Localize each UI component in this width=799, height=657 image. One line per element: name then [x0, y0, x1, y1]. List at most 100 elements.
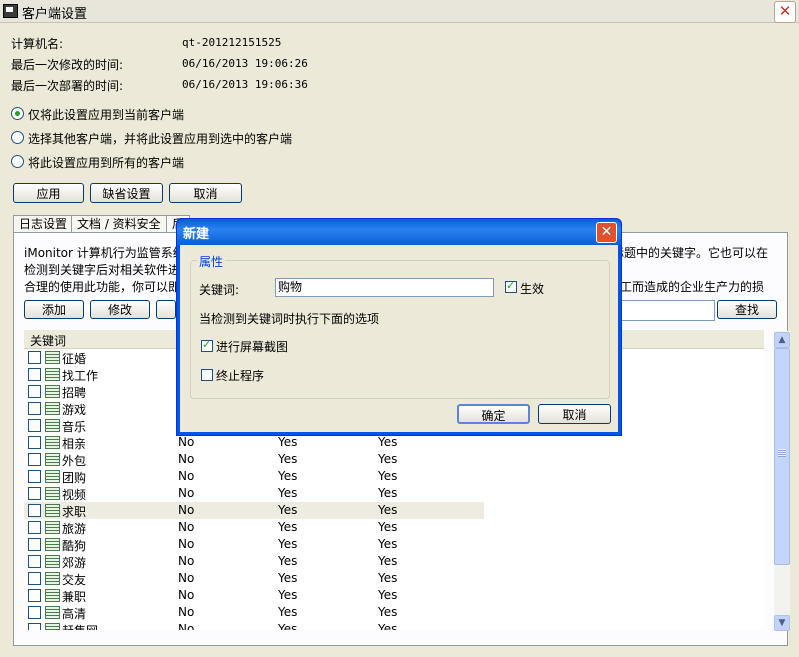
title-bar: 客户端设置 ✕	[0, 0, 799, 23]
row-checkbox[interactable]	[28, 453, 41, 466]
table-row[interactable]: 酷狗 No Yes Yes	[24, 536, 484, 553]
column1-cell: No	[178, 435, 195, 449]
table-row[interactable]: 交友 No Yes Yes	[24, 570, 484, 587]
add-keyword-button[interactable]: 添加	[24, 300, 84, 319]
terminate-checkbox[interactable]	[201, 369, 213, 381]
properties-group: 属性 关键词: 购物 生效 当检测到关键词时执行下面的选项 进行屏幕截图 终止程…	[190, 253, 610, 399]
enabled-label: 生效	[520, 282, 545, 296]
column2-cell: Yes	[278, 588, 298, 602]
table-row[interactable]: 兼职 No Yes Yes	[24, 587, 484, 604]
dialog-close-button[interactable]: ✕	[596, 222, 617, 243]
keyword-search-input[interactable]	[618, 300, 715, 321]
table-row[interactable]: 郊游 No Yes Yes	[24, 553, 484, 570]
column3-cell: Yes	[378, 605, 398, 619]
column3-cell: Yes	[378, 503, 398, 517]
keyword-cell: 外包	[62, 454, 87, 468]
column3-cell: Yes	[378, 452, 398, 466]
table-row[interactable]: 外包 No Yes Yes	[24, 451, 484, 468]
row-checkbox[interactable]	[28, 623, 41, 630]
keyword-cell: 交友	[62, 573, 87, 587]
row-checkbox[interactable]	[28, 606, 41, 619]
last-deployed-value: 06/16/2013 19:06:36	[182, 78, 308, 91]
column3-cell: Yes	[378, 486, 398, 500]
row-checkbox[interactable]	[28, 436, 41, 449]
apply-button[interactable]: 应用	[13, 183, 84, 203]
scroll-thumb[interactable]	[774, 348, 790, 565]
default-settings-button[interactable]: 缺省设置	[90, 183, 163, 203]
radio-indicator[interactable]	[11, 107, 24, 120]
row-checkbox[interactable]	[28, 487, 41, 500]
last-deployed-label: 最后一次部署的时间:	[11, 79, 124, 93]
row-checkbox[interactable]	[28, 538, 41, 551]
scroll-up-icon[interactable]: ▲	[774, 332, 790, 348]
table-icon	[45, 402, 60, 415]
last-modified-label: 最后一次修改的时间:	[11, 58, 124, 72]
table-icon	[45, 453, 60, 466]
table-row[interactable]: 视频 No Yes Yes	[24, 485, 484, 502]
table-icon	[45, 555, 60, 568]
table-row[interactable]: 旅游 No Yes Yes	[24, 519, 484, 536]
column2-cell: Yes	[278, 622, 298, 630]
row-checkbox[interactable]	[28, 385, 41, 398]
row-checkbox[interactable]	[28, 521, 41, 534]
table-icon	[45, 385, 60, 398]
table-icon	[45, 504, 60, 517]
table-row[interactable]: 团购 No Yes Yes	[24, 468, 484, 485]
window-title: 客户端设置	[22, 7, 88, 22]
keyword-cell: 征婚	[62, 352, 87, 366]
dialog-title: 新建	[183, 227, 210, 242]
column2-cell: Yes	[278, 486, 298, 500]
column3-cell: Yes	[378, 435, 398, 449]
table-row[interactable]: 高清 No Yes Yes	[24, 604, 484, 621]
ok-button[interactable]: 确定	[457, 404, 530, 424]
last-modified-value: 06/16/2013 19:06:26	[182, 57, 308, 70]
table-icon	[45, 538, 60, 551]
table-row[interactable]: 相亲 No Yes Yes	[24, 434, 484, 451]
client-settings-window: 客户端设置 ✕ 计算机名: qt-201212151525 最后一次修改的时间:…	[0, 0, 799, 657]
enabled-checkbox[interactable]	[505, 279, 517, 293]
delete-keyword-button[interactable]	[156, 300, 176, 319]
row-checkbox[interactable]	[28, 368, 41, 381]
row-checkbox[interactable]	[28, 351, 41, 364]
keyword-cell: 找工作	[62, 369, 99, 383]
keyword-label: 关键词:	[199, 283, 240, 297]
keyword-cell: 高清	[62, 607, 87, 621]
keyword-cell: 兼职	[62, 590, 87, 604]
column1-cell: No	[178, 537, 195, 551]
row-checkbox[interactable]	[28, 419, 41, 432]
window-close-button[interactable]: ✕	[774, 1, 796, 23]
vertical-scrollbar[interactable]: ▲ ▼	[774, 331, 790, 631]
column2-cell: Yes	[278, 503, 298, 517]
radio-indicator[interactable]	[11, 155, 24, 168]
screenshot-checkbox[interactable]	[201, 338, 213, 352]
edit-keyword-button[interactable]: 修改	[90, 300, 150, 319]
column1-cell: No	[178, 554, 195, 568]
row-checkbox[interactable]	[28, 589, 41, 602]
keyword-input[interactable]: 购物	[275, 278, 494, 297]
computer-name-value: qt-201212151525	[182, 36, 282, 49]
table-row[interactable]: 赶集网 No Yes Yes	[24, 621, 484, 630]
cancel-button[interactable]: 取消	[169, 183, 242, 203]
keyword-cell: 视频	[62, 488, 87, 502]
table-row[interactable]: 求职 No Yes Yes	[24, 502, 484, 519]
keyword-cell: 相亲	[62, 437, 87, 451]
scroll-down-icon[interactable]: ▼	[774, 615, 790, 631]
row-checkbox[interactable]	[28, 402, 41, 415]
column1-cell: No	[178, 469, 195, 483]
column2-cell: Yes	[278, 537, 298, 551]
table-icon	[45, 623, 60, 630]
row-checkbox[interactable]	[28, 504, 41, 517]
computer-name-label: 计算机名:	[11, 37, 64, 51]
find-button[interactable]: 查找	[717, 300, 777, 319]
column3-cell: Yes	[378, 622, 398, 630]
keyword-column-header[interactable]: 关键词	[30, 332, 66, 349]
column3-cell: Yes	[378, 520, 398, 534]
dialog-cancel-button[interactable]: 取消	[538, 404, 611, 424]
row-checkbox[interactable]	[28, 470, 41, 483]
radio-indicator[interactable]	[11, 131, 24, 144]
row-checkbox[interactable]	[28, 555, 41, 568]
terminate-label: 终止程序	[216, 369, 265, 383]
row-checkbox[interactable]	[28, 572, 41, 585]
column3-cell: Yes	[378, 571, 398, 585]
keyword-cell: 团购	[62, 471, 87, 485]
